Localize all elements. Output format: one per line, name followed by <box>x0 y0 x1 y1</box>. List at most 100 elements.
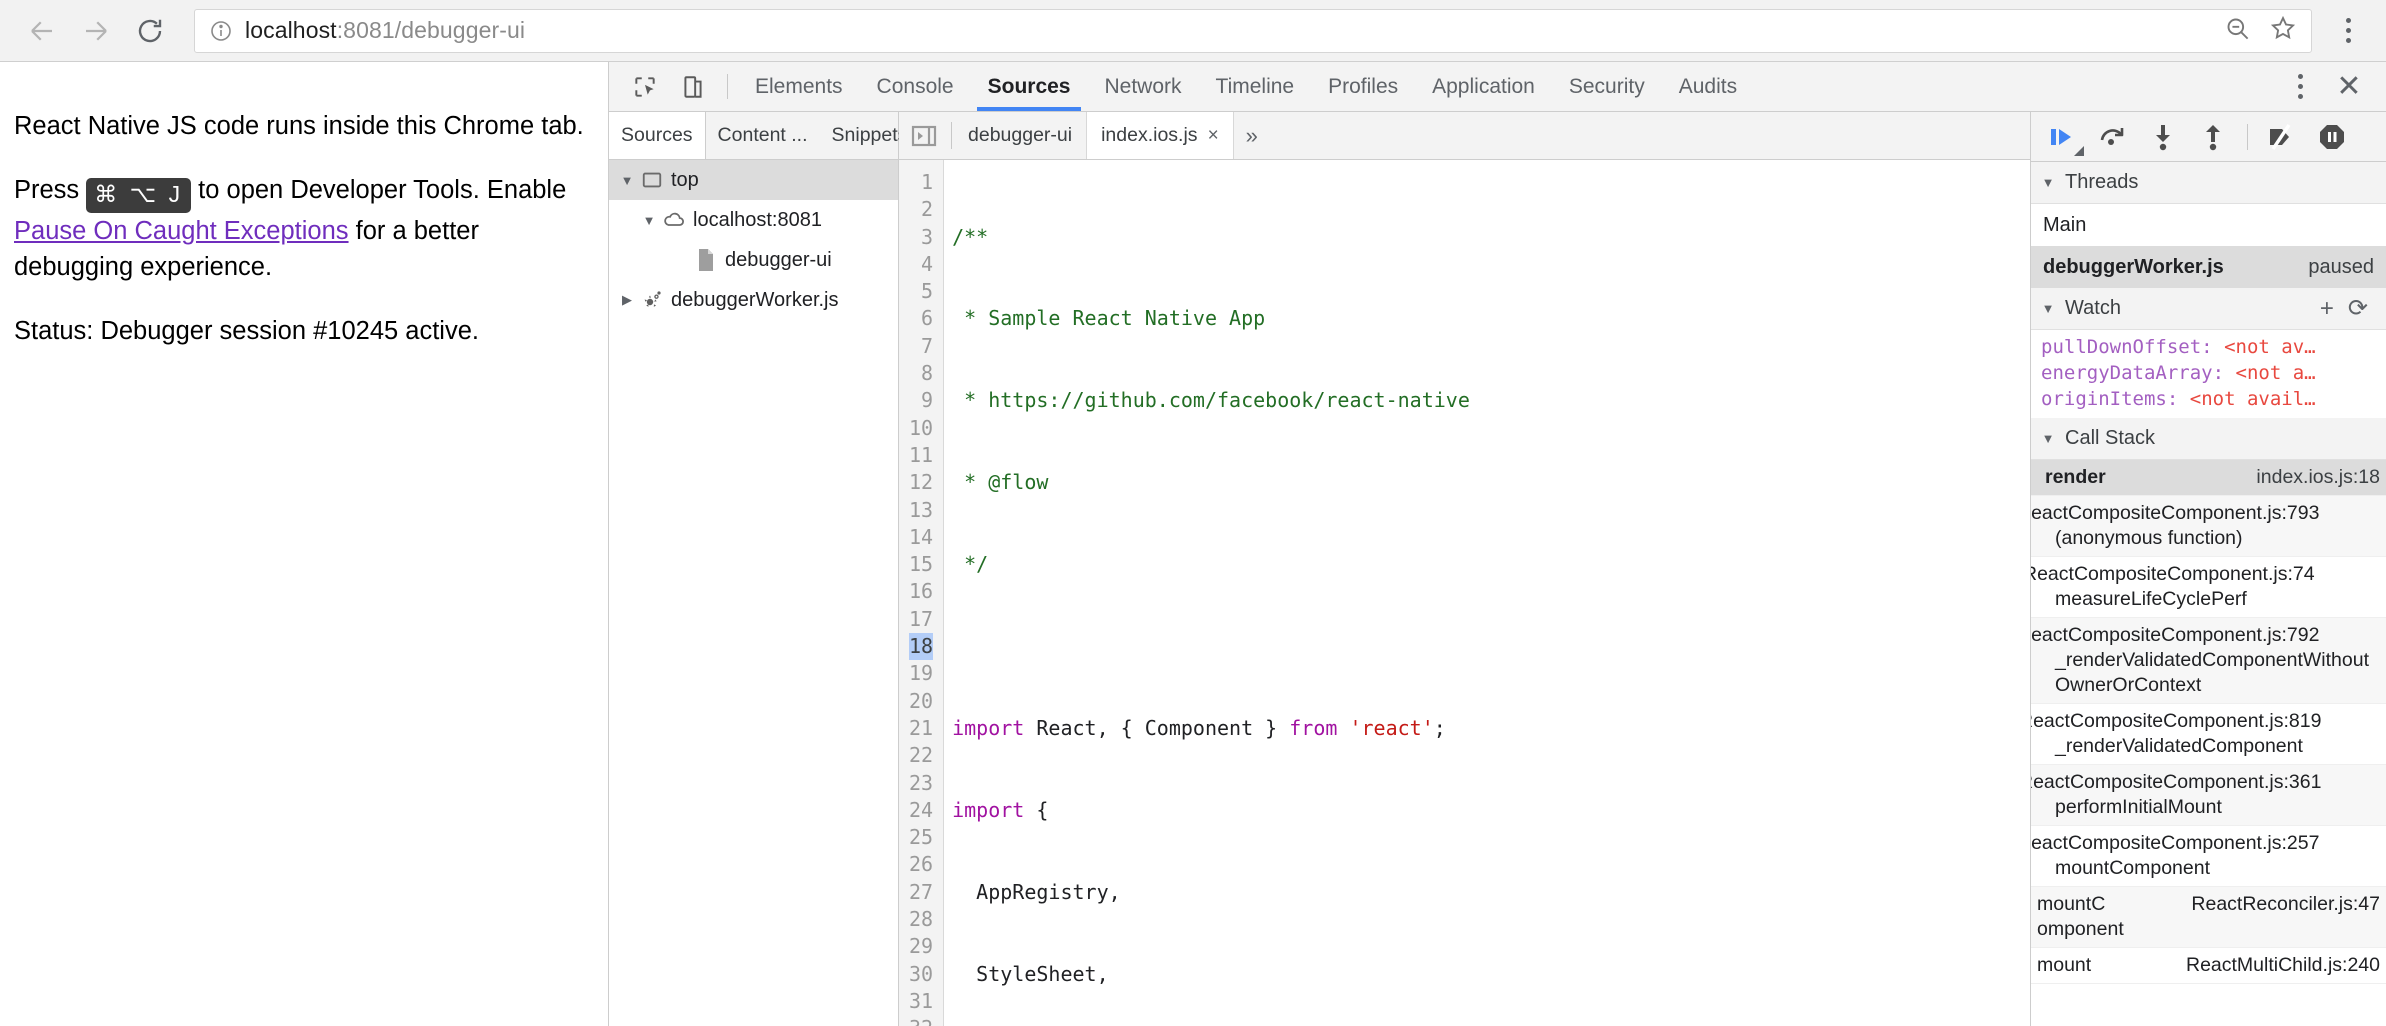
editor-divider <box>951 122 952 149</box>
reload-icon[interactable] <box>126 7 174 55</box>
tab-profiles[interactable]: Profiles <box>1311 62 1415 111</box>
frame-location: ReactCompositeComponent.js:361 <box>2031 771 2322 793</box>
close-icon[interactable]: × <box>1208 125 1219 147</box>
line-number: 25 <box>909 825 934 850</box>
line-number: 24 <box>909 797 934 822</box>
chevron-down-icon[interactable]: ▼ <box>639 213 659 228</box>
tab-security[interactable]: Security <box>1552 62 1662 111</box>
close-icon[interactable]: ✕ <box>2326 69 2372 104</box>
line-number: 26 <box>909 852 934 877</box>
plus-icon[interactable]: + <box>2320 295 2334 323</box>
subtab-sources[interactable]: Sources <box>609 112 706 159</box>
frame-function: mountC <box>2037 893 2106 915</box>
resume-icon[interactable] <box>2041 115 2085 159</box>
source-code[interactable]: /** * Sample React Native App * https://… <box>944 160 2030 1026</box>
chevron-down-icon[interactable]: ▼ <box>2039 431 2057 446</box>
line-number: 28 <box>909 907 934 932</box>
star-icon[interactable] <box>2269 14 2297 47</box>
call-stack-frame[interactable]: ReactCompositeComponent.js:361 performIn… <box>2031 765 2386 826</box>
url-path: :8081/debugger-ui <box>336 17 526 43</box>
step-into-icon[interactable] <box>2141 115 2185 159</box>
tab-console[interactable]: Console <box>860 62 971 111</box>
devtools-tabbar: Elements Console Sources Network Timelin… <box>609 62 2386 112</box>
code-area[interactable]: 1 2 3 4 5 6 7 8 9 10 11 12 13 14 15 16 1… <box>899 160 2030 1026</box>
call-stack-frame[interactable]: mountC ReactReconciler.js:47 omponent <box>2031 887 2386 948</box>
file-tree: ▼ top ▼ localhost:8081 debugger-ui ▶ deb… <box>609 160 898 1026</box>
tab-application[interactable]: Application <box>1415 62 1552 111</box>
watch-value: <not avail… <box>2189 388 2316 410</box>
tree-item-top[interactable]: ▼ top <box>609 160 898 200</box>
editor-tabbar: debugger-ui index.ios.js × » <box>899 112 2030 160</box>
frame-location: ReactCompositeComponent.js:257 <box>2031 832 2320 854</box>
call-stack-frame[interactable]: mount ReactMultiChild.js:240 <box>2031 948 2386 984</box>
file-tab-debugger-ui[interactable]: debugger-ui <box>954 112 1088 159</box>
more-tabs-icon[interactable]: » <box>1234 112 1270 159</box>
thread-status: paused <box>2308 255 2374 278</box>
chevron-down-icon[interactable]: ▼ <box>2039 175 2057 190</box>
call-stack-frame[interactable]: render index.ios.js:18 <box>2031 460 2386 496</box>
thread-item-main[interactable]: Main <box>2031 204 2386 246</box>
chevron-down-icon[interactable]: ▼ <box>617 173 637 188</box>
call-stack-section-header[interactable]: ▼ Call Stack <box>2031 418 2386 460</box>
code-line: */ <box>952 552 989 577</box>
line-number: 19 <box>909 661 934 686</box>
forward-icon[interactable] <box>72 7 120 55</box>
call-stack-frame[interactable]: ReactCompositeComponent.js:74 measureLif… <box>2031 557 2386 618</box>
back-icon[interactable] <box>18 7 66 55</box>
tab-timeline[interactable]: Timeline <box>1199 62 1312 111</box>
url-text: localhost:8081/debugger-ui <box>245 17 525 44</box>
thread-item-debuggerworker[interactable]: debuggerWorker.js paused <box>2031 246 2386 288</box>
zoom-out-icon[interactable] <box>2224 15 2251 47</box>
line-number-gutter[interactable]: 1 2 3 4 5 6 7 8 9 10 11 12 13 14 15 16 1… <box>899 160 945 1026</box>
call-stack-frame[interactable]: ReactCompositeComponent.js:792 _renderVa… <box>2031 618 2386 704</box>
line-number: 2 <box>921 197 934 222</box>
line-number: 21 <box>909 715 934 740</box>
threads-section-header[interactable]: ▼ Threads <box>2031 162 2386 204</box>
pause-on-caught-exceptions-link[interactable]: Pause On Caught Exceptions <box>14 217 349 245</box>
pause-on-exceptions-icon[interactable] <box>2310 115 2354 159</box>
devtools-menu-icon[interactable] <box>2278 74 2322 99</box>
press-label: Press <box>14 176 87 205</box>
refresh-icon[interactable]: ⟳ <box>2348 294 2368 323</box>
deactivate-breakpoints-icon[interactable] <box>2260 115 2304 159</box>
watch-item[interactable]: energyDataArray: <not a… <box>2041 360 2386 386</box>
watch-item[interactable]: originItems: <not avail… <box>2041 386 2386 412</box>
watch-name: energyDataArray <box>2041 362 2213 384</box>
tab-audits[interactable]: Audits <box>1662 62 1754 111</box>
frame-function: _renderValidatedComponent <box>2055 735 2303 757</box>
debugger-controls <box>2031 112 2386 162</box>
call-stack-frame[interactable]: ReactCompositeComponent.js:257 mountComp… <box>2031 826 2386 887</box>
tree-item-label: top <box>671 168 699 191</box>
chevron-right-icon[interactable]: ▶ <box>617 292 637 308</box>
subtab-content-scripts[interactable]: Content ... <box>706 112 820 159</box>
show-navigator-icon[interactable] <box>899 112 949 159</box>
tab-sources[interactable]: Sources <box>971 62 1088 111</box>
inspect-element-icon[interactable] <box>621 62 669 111</box>
watch-value: <not av… <box>2224 336 2316 358</box>
watch-section-header[interactable]: ▼ Watch + ⟳ <box>2031 288 2386 330</box>
step-over-icon[interactable] <box>2091 115 2135 159</box>
file-tab-index-ios-js[interactable]: index.ios.js × <box>1087 112 1234 159</box>
watch-item[interactable]: pullDownOffset: <not av… <box>2041 334 2386 360</box>
device-toolbar-icon[interactable] <box>669 62 717 111</box>
devtools-tabs: Elements Console Sources Network Timelin… <box>738 62 1754 111</box>
line-number: 10 <box>909 415 934 440</box>
watch-value: <not a… <box>2235 362 2316 384</box>
tree-item-localhost[interactable]: ▼ localhost:8081 <box>609 200 898 240</box>
browser-menu-icon[interactable] <box>2328 18 2368 43</box>
step-out-icon[interactable] <box>2191 115 2235 159</box>
address-bar[interactable]: localhost:8081/debugger-ui <box>194 8 2312 53</box>
chevron-down-icon[interactable]: ▼ <box>2039 301 2057 316</box>
navigator-subtabs: Sources Content ... Snippets <box>609 112 924 160</box>
info-circle-icon[interactable] <box>209 19 233 43</box>
tree-item-debugger-ui[interactable]: · debugger-ui <box>609 240 898 280</box>
call-stack-frame[interactable]: ReactCompositeComponent.js:819 _renderVa… <box>2031 704 2386 765</box>
call-stack-frame[interactable]: ReactCompositeComponent.js:793 (anonymou… <box>2031 496 2386 557</box>
watch-name: originItems <box>2041 388 2167 410</box>
frame-function: performInitialMount <box>2055 796 2222 818</box>
browser-window: localhost:8081/debugger-ui React Native … <box>0 0 2386 1026</box>
tab-network[interactable]: Network <box>1087 62 1198 111</box>
tree-item-debuggerworker[interactable]: ▶ debuggerWorker.js <box>609 280 898 320</box>
tab-elements[interactable]: Elements <box>738 62 860 111</box>
frame-function: measureLifeCyclePerf <box>2055 588 2247 610</box>
